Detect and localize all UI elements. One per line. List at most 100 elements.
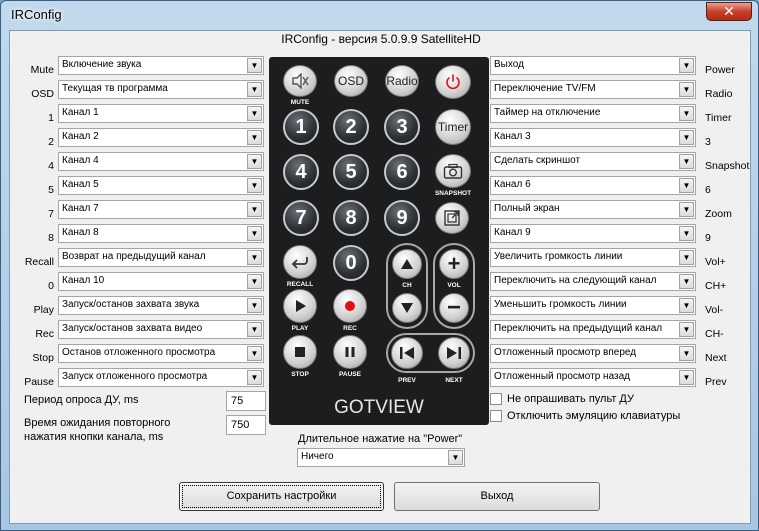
stop-button[interactable] bbox=[283, 335, 317, 369]
digit-7-button[interactable]: 7 bbox=[283, 200, 319, 236]
mute-icon bbox=[292, 73, 309, 89]
combo-vol-plus[interactable]: Увеличить громкость линии ▼ bbox=[490, 248, 696, 267]
recall-button[interactable] bbox=[283, 245, 317, 279]
combo-ch-minus[interactable]: Переключить на предыдущий канал ▼ bbox=[490, 320, 696, 339]
combo-recall[interactable]: Возврат на предыдущий канал ▼ bbox=[58, 248, 264, 267]
poll-period-input[interactable]: 75 bbox=[226, 391, 266, 411]
previous-button[interactable] bbox=[391, 337, 423, 369]
channel-up-button[interactable] bbox=[392, 249, 422, 279]
pause-button[interactable] bbox=[333, 335, 367, 369]
combo-rec[interactable]: Запуск/останов захвата видео ▼ bbox=[58, 320, 264, 339]
chevron-down-icon: ▼ bbox=[247, 370, 262, 385]
wait-time-input[interactable]: 750 bbox=[226, 415, 266, 435]
record-button[interactable] bbox=[333, 289, 367, 323]
combo-text: Включение звука bbox=[62, 59, 142, 70]
play-icon bbox=[296, 300, 306, 312]
play-button[interactable] bbox=[283, 289, 317, 323]
camera-icon bbox=[443, 163, 463, 179]
digit-8-button[interactable]: 8 bbox=[333, 200, 369, 236]
combo-5[interactable]: Канал 5 ▼ bbox=[58, 176, 264, 195]
digit-6-button[interactable]: 6 bbox=[384, 154, 420, 190]
power-icon bbox=[446, 74, 460, 90]
combo-pause[interactable]: Запуск отложенного просмотра ▼ bbox=[58, 368, 264, 387]
combo-next[interactable]: Отложенный просмотр вперед ▼ bbox=[490, 344, 696, 363]
combo-mute[interactable]: Включение звука ▼ bbox=[58, 56, 264, 75]
combo-vol-minus[interactable]: Уменьшить громкость линии ▼ bbox=[490, 296, 696, 315]
combo-text: Канал 6 bbox=[494, 179, 531, 190]
combo-1[interactable]: Канал 1 ▼ bbox=[58, 104, 264, 123]
combo-osd[interactable]: Текущая тв программа ▼ bbox=[58, 80, 264, 99]
label-next: Next bbox=[705, 352, 727, 364]
osd-button[interactable]: OSD bbox=[334, 65, 368, 97]
volume-down-button[interactable]: − bbox=[439, 293, 469, 323]
combo-9[interactable]: Канал 9 ▼ bbox=[490, 224, 696, 243]
zoom-button[interactable] bbox=[435, 202, 469, 234]
label-osd: OSD bbox=[31, 88, 54, 100]
no-poll-checkbox[interactable] bbox=[490, 393, 502, 405]
combo-power[interactable]: Выход ▼ bbox=[490, 56, 696, 75]
no-emulation-label: Отключить эмуляцию клавиатуры bbox=[507, 410, 681, 422]
no-poll-label: Не опрашивать пульт ДУ bbox=[507, 393, 634, 405]
main-window: IRConfig ✕ IRConfig - версия 5.0.9.9 Sat… bbox=[0, 0, 759, 531]
radio-button[interactable]: Radio bbox=[385, 65, 419, 97]
digit-1-button[interactable]: 1 bbox=[283, 109, 319, 145]
combo-stop[interactable]: Останов отложенного просмотра ▼ bbox=[58, 344, 264, 363]
plus-icon: + bbox=[447, 251, 461, 276]
chevron-down-icon: ▼ bbox=[679, 154, 694, 169]
digit-9-button[interactable]: 9 bbox=[384, 200, 420, 236]
combo-timer[interactable]: Таймер на отключение ▼ bbox=[490, 104, 696, 123]
combo-text: Запуск отложенного просмотра bbox=[62, 371, 208, 382]
combo-3[interactable]: Канал 3 ▼ bbox=[490, 128, 696, 147]
digit-2-button[interactable]: 2 bbox=[333, 109, 369, 145]
chevron-down-icon: ▼ bbox=[247, 250, 262, 265]
combo-zoom[interactable]: Полный экран ▼ bbox=[490, 200, 696, 219]
label-4: 4 bbox=[48, 160, 54, 172]
recall-label: RECALL bbox=[286, 281, 314, 288]
combo-text: Отложенный просмотр вперед bbox=[494, 347, 637, 358]
chevron-down-icon: ▼ bbox=[247, 298, 262, 313]
digit-0-button[interactable]: 0 bbox=[333, 245, 369, 281]
combo-0[interactable]: Канал 10 ▼ bbox=[58, 272, 264, 291]
digit-4-button[interactable]: 4 bbox=[283, 154, 319, 190]
next-button[interactable] bbox=[438, 337, 470, 369]
combo-6[interactable]: Канал 6 ▼ bbox=[490, 176, 696, 195]
combo-text: Останов отложенного просмотра bbox=[62, 347, 216, 358]
snapshot-button[interactable] bbox=[435, 154, 471, 188]
combo-text: Переключить на предыдущий канал bbox=[494, 323, 663, 334]
power-button[interactable] bbox=[435, 65, 471, 99]
combo-ch-plus[interactable]: Переключить на следующий канал ▼ bbox=[490, 272, 696, 291]
combo-snapshot[interactable]: Сделать скриншот ▼ bbox=[490, 152, 696, 171]
close-button[interactable]: ✕ bbox=[706, 2, 752, 21]
combo-prev[interactable]: Отложенный просмотр назад ▼ bbox=[490, 368, 696, 387]
combo-7[interactable]: Канал 7 ▼ bbox=[58, 200, 264, 219]
label-8: 8 bbox=[48, 232, 54, 244]
combo-8[interactable]: Канал 8 ▼ bbox=[58, 224, 264, 243]
save-settings-button[interactable]: Сохранить настройки bbox=[179, 482, 384, 511]
combo-text: Запуск/останов захвата звука bbox=[62, 299, 200, 310]
poll-period-label: Период опроса ДУ, ms bbox=[24, 394, 139, 406]
label-3: 3 bbox=[705, 136, 711, 148]
chevron-down-icon: ▼ bbox=[247, 346, 262, 361]
chevron-down-icon: ▼ bbox=[679, 370, 694, 385]
timer-button[interactable]: Timer bbox=[435, 109, 471, 145]
chevron-down-icon: ▼ bbox=[247, 58, 262, 73]
combo-text: Таймер на отключение bbox=[494, 107, 601, 118]
label-vol-plus: Vol+ bbox=[705, 256, 726, 268]
combo-radio[interactable]: Переключение TV/FM ▼ bbox=[490, 80, 696, 99]
combo-play[interactable]: Запуск/останов захвата звука ▼ bbox=[58, 296, 264, 315]
mute-button[interactable] bbox=[283, 65, 317, 97]
combo-text: Канал 1 bbox=[62, 107, 99, 118]
digit-3-button[interactable]: 3 bbox=[384, 109, 420, 145]
combo-text: Текущая тв программа bbox=[62, 83, 168, 94]
volume-up-button[interactable]: + bbox=[439, 249, 469, 279]
digit-5-button[interactable]: 5 bbox=[333, 154, 369, 190]
no-emulation-checkbox[interactable] bbox=[490, 410, 502, 422]
channel-label: CH bbox=[402, 282, 412, 289]
chevron-down-icon: ▼ bbox=[679, 274, 694, 289]
label-ch-minus: CH- bbox=[705, 328, 724, 340]
channel-down-button[interactable] bbox=[392, 293, 422, 323]
combo-4[interactable]: Канал 4 ▼ bbox=[58, 152, 264, 171]
power-long-select[interactable]: Ничего ▼ bbox=[297, 448, 465, 467]
combo-2[interactable]: Канал 2 ▼ bbox=[58, 128, 264, 147]
exit-button[interactable]: Выход bbox=[394, 482, 600, 511]
